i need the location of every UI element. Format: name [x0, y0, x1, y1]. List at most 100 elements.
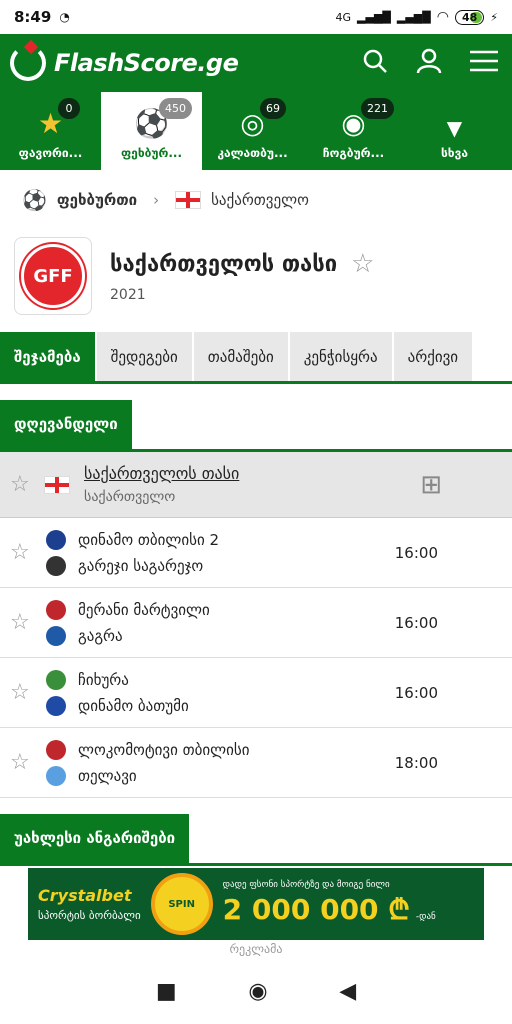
team-logo-icon — [46, 529, 66, 550]
match-time: 16:00 — [394, 613, 438, 632]
league-row[interactable]: ☆ საქართველოს თასი საქართველო ⊞ — [0, 452, 512, 518]
georgia-flag-icon — [175, 191, 202, 209]
team-logo-icon — [46, 765, 66, 786]
ad-suffix: -დან — [415, 912, 436, 922]
home-team: მერანი მარტვილი — [78, 600, 210, 619]
tab-fixtures[interactable]: თამაშები — [193, 332, 290, 381]
match-time: 18:00 — [394, 753, 438, 772]
menu-icon[interactable] — [470, 50, 498, 77]
home-team: ლოკომოტივი თბილისი — [78, 740, 250, 759]
home-button[interactable]: ◉ — [248, 979, 267, 1004]
favorites-count-badge: 0 — [58, 98, 80, 119]
favorite-star-icon[interactable]: ☆ — [10, 680, 38, 705]
signal-icon-2: ▂▄▆█ — [396, 10, 431, 24]
competition-logo: GFF — [14, 237, 92, 315]
favorite-star-icon[interactable]: ☆ — [351, 249, 374, 279]
wifi-status-icon: ◔ — [59, 10, 70, 24]
prize-wheel-icon: SPIN — [150, 873, 213, 935]
team-logo-icon — [46, 669, 66, 690]
match-row[interactable]: ☆ მერანი მარტვილი გაგრა 16:00 — [0, 588, 512, 658]
match-row[interactable]: ☆ ჩიხურა დინამო ბათუმი 16:00 — [0, 658, 512, 728]
sport-tabs: 0 ★ ფავორი... 450 ⚽ ფეხბურ... 69 ◎ კალათ… — [0, 92, 512, 170]
favorite-star-icon[interactable]: ☆ — [10, 610, 38, 635]
away-team: გარეჯი საგარეჯო — [78, 556, 204, 575]
logo-icon — [10, 45, 46, 81]
brand-logo[interactable]: FlashScore.ge — [10, 45, 362, 81]
ad-banner[interactable]: Crystalbet სპორტის ბორბალი SPIN დადე ფსო… — [28, 868, 484, 940]
favorite-star-icon[interactable]: ☆ — [10, 472, 38, 497]
match-time: 16:00 — [394, 683, 438, 702]
breadcrumb-country[interactable]: საქართველო — [211, 191, 309, 209]
favorite-star-icon[interactable]: ☆ — [10, 750, 38, 775]
match-time: 16:00 — [394, 543, 438, 562]
section-today: დღევანდელი — [0, 400, 512, 452]
section-today-label: დღევანდელი — [0, 400, 132, 449]
chevron-down-icon: ▼ — [446, 116, 463, 140]
match-row[interactable]: ☆ დინამო თბილისი 2 გარეჯი საგარეჯო 16:00 — [0, 518, 512, 588]
league-country: საქართველო — [84, 489, 176, 505]
team-logo-icon — [46, 599, 66, 620]
signal-icon: ▂▄▆█ — [357, 10, 391, 24]
match-row[interactable]: ☆ ლოკომოტივი თბილისი თელავი 18:00 — [0, 728, 512, 798]
ad-label: რეკლამა — [229, 942, 283, 956]
tab-favorites[interactable]: 0 ★ ფავორი... — [0, 92, 101, 170]
tab-basketball[interactable]: 69 ◎ კალათბუ... — [202, 92, 303, 170]
charging-icon: ⚡ — [490, 10, 498, 24]
breadcrumb-sport[interactable]: ფეხბურთი — [57, 191, 137, 209]
tab-favorites-label: ფავორი... — [18, 146, 83, 160]
competition-title: საქართველოს თასი — [110, 251, 338, 277]
team-logo-icon — [46, 695, 66, 716]
tab-football[interactable]: 450 ⚽ ფეხბურ... — [101, 92, 202, 170]
tab-more[interactable]: ▼ სხვა — [404, 92, 505, 170]
competition-tabs: შეჯამება შედეგები თამაშები კენჭისყრა არქ… — [0, 332, 512, 384]
football-count-badge: 450 — [159, 98, 192, 119]
ad-amount: 2 000 000 ₾ — [222, 893, 410, 926]
soccer-ball-icon: ⚽ — [22, 188, 47, 212]
team-logo-icon — [46, 739, 66, 760]
away-team: თელავი — [78, 766, 137, 785]
home-team: ჩიხურა — [78, 670, 129, 689]
team-logo-icon — [46, 555, 66, 576]
network-label: 4G — [335, 10, 352, 24]
league-name[interactable]: საქართველოს თასი — [84, 464, 420, 483]
team-logo-icon — [46, 625, 66, 646]
ad-headline: დადე ფსონი სპორტზე და მოიგე ნილი — [222, 880, 390, 890]
bracket-icon[interactable]: ⊞ — [420, 470, 442, 500]
favorite-star-icon[interactable]: ☆ — [10, 540, 38, 565]
competition-year: 2021 — [110, 287, 146, 303]
ad-brand: Crystalbet — [38, 886, 132, 905]
tab-basketball-label: კალათბუ... — [217, 146, 288, 160]
back-button[interactable]: ◀ — [339, 979, 356, 1004]
status-bar: 8:49 ◔ 4G ▂▄▆█ ▂▄▆█ ◠ 48 ⚡ — [0, 0, 512, 34]
recents-button[interactable]: ■ — [156, 979, 177, 1004]
away-team: დინამო ბათუმი — [78, 696, 189, 715]
clock: 8:49 — [14, 8, 52, 26]
wifi-icon: ◠ — [436, 9, 449, 25]
tab-archive[interactable]: არქივი — [393, 332, 475, 381]
gff-badge-icon: GFF — [21, 244, 85, 308]
ad-sub: სპორტის ბორბალი — [38, 909, 141, 922]
tab-draw[interactable]: კენჭისყრა — [289, 332, 394, 381]
chevron-right-icon: › — [153, 191, 160, 209]
tab-results[interactable]: შედეგები — [96, 332, 194, 381]
tab-more-label: სხვა — [440, 146, 469, 160]
tab-tennis[interactable]: 221 ◉ ჩოგბურ... — [303, 92, 404, 170]
search-icon[interactable] — [362, 48, 388, 79]
brand-name: FlashScore.ge — [54, 49, 239, 77]
system-nav-bar: ■ ◉ ◀ — [0, 958, 512, 1024]
tab-football-label: ფეხბურ... — [120, 146, 183, 160]
app-header: FlashScore.ge — [0, 34, 512, 92]
user-icon[interactable] — [416, 48, 442, 79]
battery-indicator: 48 — [454, 9, 485, 25]
tab-summary[interactable]: შეჯამება — [0, 332, 97, 381]
section-latest-odds-label: უახლესი ანგარიშები — [0, 814, 190, 863]
away-team: გაგრა — [78, 626, 123, 645]
home-team: დინამო თბილისი 2 — [78, 530, 220, 549]
tennis-count-badge: 221 — [361, 98, 394, 119]
georgia-flag-icon — [44, 475, 70, 494]
basketball-count-badge: 69 — [260, 98, 286, 119]
breadcrumb: ⚽ ფეხბურთი › საქართველო — [0, 170, 512, 230]
competition-header: GFF საქართველოს თასი ☆ 2021 — [0, 230, 512, 322]
section-latest-odds: უახლესი ანგარიშები — [0, 814, 512, 866]
tab-tennis-label: ჩოგბურ... — [322, 146, 385, 160]
